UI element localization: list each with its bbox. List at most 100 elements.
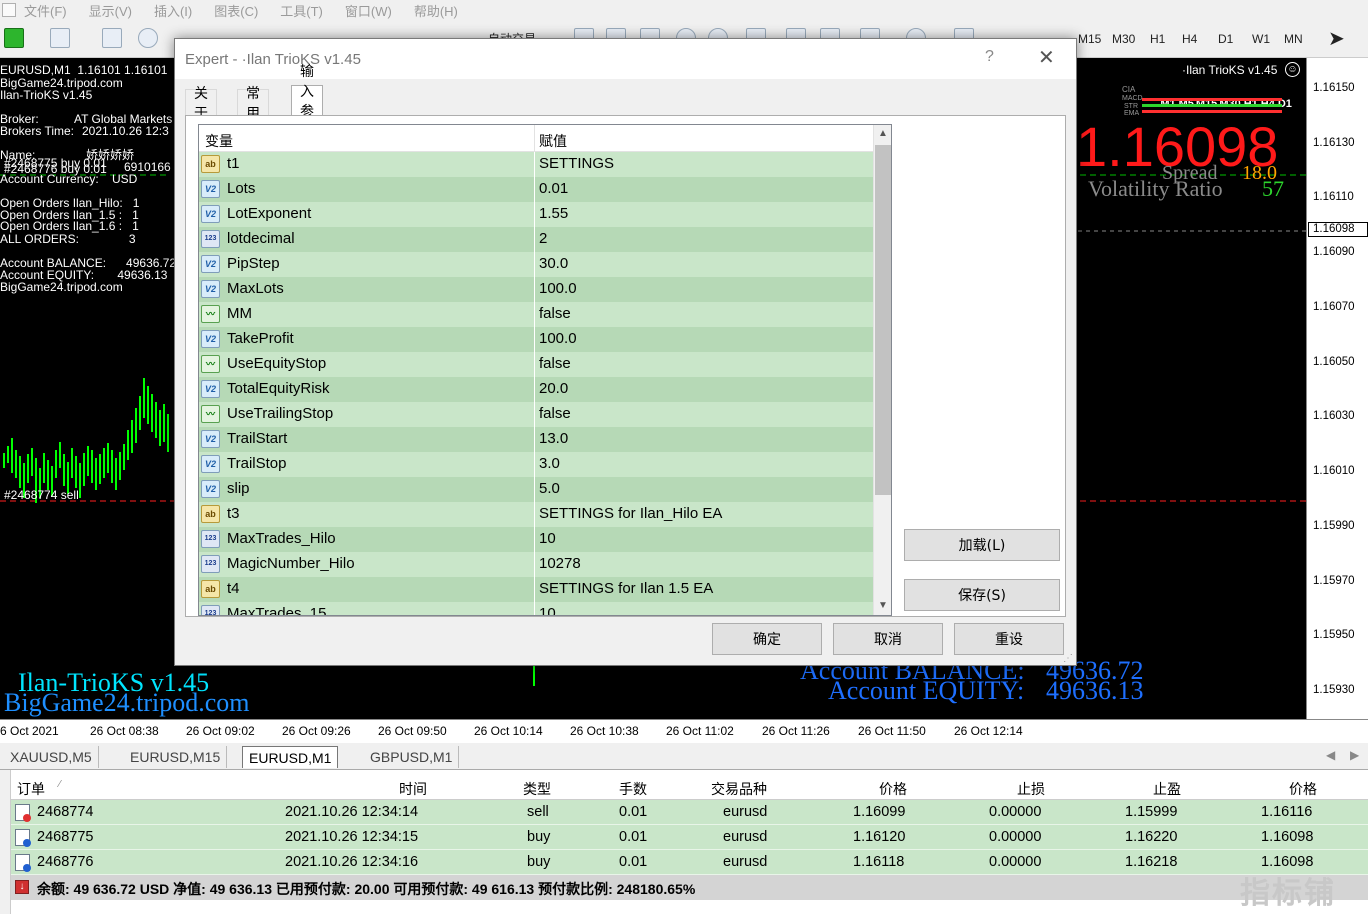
close-button[interactable]: ✕: [1038, 45, 1055, 70]
tab-common[interactable]: 常用: [237, 85, 269, 121]
scroll-thumb[interactable]: [875, 145, 891, 495]
col-sl[interactable]: 止损: [1017, 779, 1045, 799]
scroll-down-icon[interactable]: ▼: [874, 597, 891, 615]
save-button[interactable]: 保存(S): [904, 579, 1060, 611]
tab-xauusd-m5[interactable]: XAUUSD,M5: [4, 746, 99, 768]
profiles-icon[interactable]: [50, 28, 70, 48]
param-row[interactable]: V2 TakeProfit 100.0: [199, 327, 873, 352]
col-price[interactable]: 价格: [879, 779, 907, 799]
param-row[interactable]: V2 TrailStart 13.0: [199, 427, 873, 452]
param-row[interactable]: V2 TrailStop 3.0: [199, 452, 873, 477]
reset-button[interactable]: 重设: [954, 623, 1064, 655]
param-row[interactable]: 〰 MM false: [199, 302, 873, 327]
param-row[interactable]: V2 Lots 0.01: [199, 177, 873, 202]
balance-icon: ↓: [15, 880, 29, 894]
tab-scroll-left-icon[interactable]: ◀: [1326, 748, 1335, 762]
param-row[interactable]: V2 TotalEquityRisk 20.0: [199, 377, 873, 402]
tab-inputs[interactable]: 输入参数: [291, 63, 323, 139]
menu-charts[interactable]: 图表(C): [214, 1, 258, 20]
param-row[interactable]: 123 MagicNumber_Hilo 10278: [199, 552, 873, 577]
tf-d1[interactable]: D1: [1218, 32, 1233, 46]
tab-scroll-right-icon[interactable]: ▶: [1350, 748, 1359, 762]
param-value[interactable]: false: [539, 405, 571, 422]
col-tp[interactable]: 止盈: [1153, 779, 1181, 799]
menu-insert[interactable]: 插入(I): [154, 1, 192, 20]
col-type[interactable]: 类型: [523, 779, 551, 799]
param-value[interactable]: SETTINGS: [539, 155, 614, 172]
param-row[interactable]: 〰 UseEquityStop false: [199, 352, 873, 377]
table-row[interactable]: 2468775 2021.10.26 12:34:15 buy 0.01 eur…: [11, 825, 1368, 850]
tab-eurusd-m15[interactable]: EURUSD,M15: [124, 746, 228, 768]
menu-view[interactable]: 显示(V): [89, 1, 132, 20]
param-value[interactable]: 30.0: [539, 255, 568, 272]
tf-w1[interactable]: W1: [1252, 32, 1270, 46]
param-value[interactable]: 5.0: [539, 480, 560, 497]
param-row[interactable]: 123 MaxTrades_Hilo 10: [199, 527, 873, 552]
param-value[interactable]: 10: [539, 530, 556, 547]
tab-eurusd-m1[interactable]: EURUSD,M1: [242, 746, 339, 768]
tf-h1[interactable]: H1: [1150, 32, 1165, 46]
inputs-grid[interactable]: 变量 赋值 ab t1 SETTINGS V2 Lots 0.01 V2 LotExponen…: [198, 124, 892, 616]
cursor-icon[interactable]: ➤: [1328, 26, 1345, 51]
price-label: 1.16070: [1313, 301, 1355, 313]
price-scale[interactable]: 1.16150 1.16130 1.16110 1.16098 1.16090 …: [1306, 58, 1368, 719]
param-row[interactable]: ab t4 SETTINGS for Ilan 1.5 EA: [199, 577, 873, 602]
menu-tools[interactable]: 工具(T): [280, 1, 323, 20]
resize-grip-icon[interactable]: ⋰: [1063, 653, 1073, 664]
param-row[interactable]: ab t3 SETTINGS for Ilan_Hilo EA: [199, 502, 873, 527]
param-value[interactable]: false: [539, 305, 571, 322]
tf-m15[interactable]: M15: [1078, 32, 1101, 46]
param-row[interactable]: V2 LotExponent 1.55: [199, 202, 873, 227]
param-row[interactable]: ab t1 SETTINGS: [199, 152, 873, 177]
param-value[interactable]: 13.0: [539, 430, 568, 447]
market-watch-icon[interactable]: [102, 28, 122, 48]
ok-button[interactable]: 确定: [712, 623, 822, 655]
param-value[interactable]: SETTINGS for Ilan 1.5 EA: [539, 580, 713, 597]
param-name: TrailStart: [227, 430, 288, 447]
cell-divider: [534, 277, 535, 302]
param-value[interactable]: 3.0: [539, 455, 560, 472]
col-variable[interactable]: 变量: [205, 131, 233, 151]
param-row[interactable]: 123 MaxTrades_15 10: [199, 602, 873, 615]
col-order[interactable]: 订单: [17, 779, 45, 799]
param-row[interactable]: V2 slip 5.0: [199, 477, 873, 502]
menu-help[interactable]: 帮助(H): [414, 1, 458, 20]
param-value[interactable]: 10278: [539, 555, 581, 572]
param-value[interactable]: 1.55: [539, 205, 568, 222]
table-row[interactable]: 2468774 2021.10.26 12:34:14 sell 0.01 eu…: [11, 800, 1368, 825]
col-value[interactable]: 赋值: [539, 131, 567, 151]
help-button[interactable]: ?: [985, 48, 994, 66]
col-current-price[interactable]: 价格: [1289, 779, 1317, 799]
col-time[interactable]: 时间: [399, 779, 427, 799]
param-row[interactable]: 〰 UseTrailingStop false: [199, 402, 873, 427]
param-row[interactable]: V2 MaxLots 100.0: [199, 277, 873, 302]
grid-scrollbar[interactable]: ▲ ▼: [873, 125, 891, 615]
tab-gbpusd-m1[interactable]: GBPUSD,M1: [364, 746, 460, 768]
crosshair-icon[interactable]: [138, 28, 158, 48]
cancel-button[interactable]: 取消: [833, 623, 943, 655]
param-row[interactable]: 123 lotdecimal 2: [199, 227, 873, 252]
current-price-label: 1.16098: [1308, 222, 1368, 237]
tf-mn[interactable]: MN: [1284, 32, 1303, 46]
scroll-up-icon[interactable]: ▲: [874, 125, 891, 143]
param-row[interactable]: V2 PipStep 30.0: [199, 252, 873, 277]
param-value[interactable]: 100.0: [539, 280, 577, 297]
col-symbol[interactable]: 交易品种: [711, 779, 767, 799]
param-value[interactable]: 2: [539, 230, 547, 247]
param-value[interactable]: 100.0: [539, 330, 577, 347]
tab-about[interactable]: 关于: [185, 85, 217, 121]
tf-h4[interactable]: H4: [1182, 32, 1197, 46]
table-row[interactable]: 2468776 2021.10.26 12:34:16 buy 0.01 eur…: [11, 850, 1368, 875]
new-chart-icon[interactable]: [4, 28, 24, 48]
param-value[interactable]: 10: [539, 605, 556, 615]
param-value[interactable]: 0.01: [539, 180, 568, 197]
menu-file[interactable]: 文件(F): [2, 1, 67, 20]
tf-m30[interactable]: M30: [1112, 32, 1135, 46]
menu-window[interactable]: 窗口(W): [345, 1, 392, 20]
double-param-icon: V2: [201, 380, 220, 398]
param-value[interactable]: 20.0: [539, 380, 568, 397]
col-lots[interactable]: 手数: [619, 779, 647, 799]
param-value[interactable]: SETTINGS for Ilan_Hilo EA: [539, 505, 722, 522]
param-value[interactable]: false: [539, 355, 571, 372]
load-button[interactable]: 加载(L): [904, 529, 1060, 561]
